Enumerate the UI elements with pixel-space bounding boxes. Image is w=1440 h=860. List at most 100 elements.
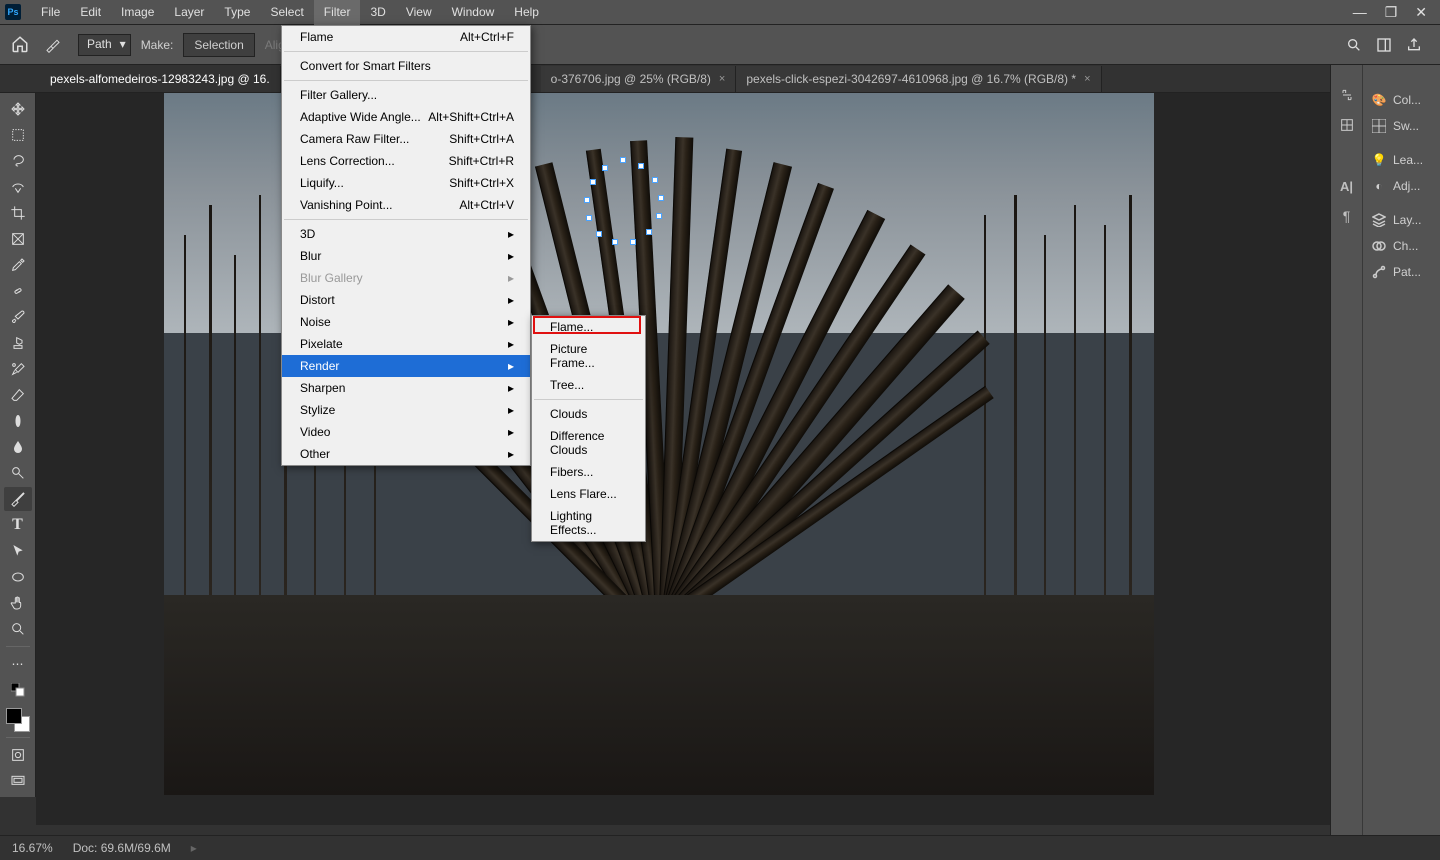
filter-sharpen[interactable]: Sharpen▸ (282, 377, 530, 399)
blur-tool[interactable] (4, 435, 32, 459)
filter-vanishing-point[interactable]: Vanishing Point...Alt+Ctrl+V (282, 194, 530, 216)
paragraph-panel-icon[interactable]: ¶ (1343, 208, 1351, 224)
render-lens-flare[interactable]: Lens Flare... (532, 483, 645, 505)
filter-blur-gallery: Blur Gallery▸ (282, 267, 530, 289)
filter-pixelate[interactable]: Pixelate▸ (282, 333, 530, 355)
filter-other[interactable]: Other▸ (282, 443, 530, 465)
filter-lens-correction[interactable]: Lens Correction...Shift+Ctrl+R (282, 150, 530, 172)
panel-learn[interactable]: 💡Lea... (1363, 147, 1440, 173)
panel-channels[interactable]: Ch... (1363, 233, 1440, 259)
panel-paths[interactable]: Pat... (1363, 259, 1440, 285)
close-icon[interactable]: ✕ (1415, 4, 1427, 21)
menu-layer[interactable]: Layer (164, 0, 214, 25)
render-clouds[interactable]: Clouds (532, 403, 645, 425)
render-tree[interactable]: Tree... (532, 374, 645, 396)
menu-edit[interactable]: Edit (70, 0, 111, 25)
marquee-tool[interactable] (4, 123, 32, 147)
menu-3d[interactable]: 3D (360, 0, 395, 25)
filter-stylize[interactable]: Stylize▸ (282, 399, 530, 421)
filter-liquify[interactable]: Liquify...Shift+Ctrl+X (282, 172, 530, 194)
filter-adaptive-wide-angle[interactable]: Adaptive Wide Angle...Alt+Shift+Ctrl+A (282, 106, 530, 128)
quick-mask-icon[interactable] (4, 743, 32, 767)
zoom-level[interactable]: 16.67% (12, 841, 53, 855)
canvas-area[interactable] (36, 93, 1330, 825)
brush-tool[interactable] (4, 305, 32, 329)
filter-gallery[interactable]: Filter Gallery... (282, 84, 530, 106)
minimize-icon[interactable]: — (1353, 4, 1367, 21)
toolbox: T ⋯ (0, 93, 36, 797)
screen-mode-icon[interactable] (4, 769, 32, 793)
hand-tool[interactable] (4, 591, 32, 615)
filter-video[interactable]: Video▸ (282, 421, 530, 443)
tab-label: pexels-alfomedeiros-12983243.jpg @ 16. (50, 72, 270, 86)
tab-doc-2[interactable]: o-376706.jpg @ 25% (RGB/8)× (541, 66, 737, 92)
paths-panel-icon (1371, 265, 1387, 279)
menu-window[interactable]: Window (442, 0, 505, 25)
character-panel-icon[interactable]: A| (1340, 179, 1353, 194)
render-difference-clouds[interactable]: Difference Clouds (532, 425, 645, 461)
zoom-tool[interactable] (4, 617, 32, 641)
healing-tool[interactable] (4, 279, 32, 303)
properties-icon[interactable] (1339, 87, 1355, 103)
edit-toolbar-icon[interactable]: ⋯ (4, 652, 32, 676)
menu-file[interactable]: File (31, 0, 70, 25)
panel-label: Ch... (1393, 239, 1418, 253)
pen-tool-indicator (42, 36, 68, 54)
frame-tool[interactable] (4, 227, 32, 251)
search-icon[interactable] (1346, 37, 1362, 53)
shape-tool[interactable] (4, 565, 32, 589)
panel-adjustments[interactable]: ◐Adj... (1363, 173, 1440, 199)
doc-size[interactable]: Doc: 69.6M/69.6M (73, 841, 171, 855)
history-brush-tool[interactable] (4, 357, 32, 381)
learn-panel-icon: 💡 (1371, 153, 1387, 167)
workspace-icon[interactable] (1376, 37, 1392, 53)
crop-tool[interactable] (4, 201, 32, 225)
quick-select-tool[interactable] (4, 175, 32, 199)
foreground-background-swatches[interactable] (6, 708, 30, 732)
type-tool[interactable]: T (4, 513, 32, 537)
menu-type[interactable]: Type (214, 0, 260, 25)
render-lighting-effects[interactable]: Lighting Effects... (532, 505, 645, 541)
filter-3d[interactable]: 3D▸ (282, 223, 530, 245)
eraser-tool[interactable] (4, 383, 32, 407)
panel-color[interactable]: 🎨Col... (1363, 87, 1440, 113)
statusbar-arrow-icon[interactable]: ▸ (191, 841, 197, 855)
panel-layers[interactable]: Lay... (1363, 207, 1440, 233)
render-fibers[interactable]: Fibers... (532, 461, 645, 483)
home-icon[interactable] (10, 35, 32, 55)
filter-camera-raw[interactable]: Camera Raw Filter...Shift+Ctrl+A (282, 128, 530, 150)
share-icon[interactable] (1406, 37, 1422, 53)
path-select-tool[interactable] (4, 539, 32, 563)
tab-doc-1[interactable]: pexels-alfomedeiros-12983243.jpg @ 16. (40, 66, 281, 92)
menu-select[interactable]: Select (260, 0, 313, 25)
lasso-tool[interactable] (4, 149, 32, 173)
restore-icon[interactable]: ❐ (1385, 4, 1398, 21)
default-colors-icon[interactable] (4, 678, 32, 702)
render-picture-frame[interactable]: Picture Frame... (532, 338, 645, 374)
tab-doc-3[interactable]: pexels-click-espezi-3042697-4610968.jpg … (736, 66, 1101, 92)
filter-noise[interactable]: Noise▸ (282, 311, 530, 333)
tab-close-icon[interactable]: × (719, 73, 725, 85)
menu-help[interactable]: Help (504, 0, 549, 25)
options-bar: Path Make: Selection Align Edges (0, 25, 1440, 65)
eyedropper-tool[interactable] (4, 253, 32, 277)
render-flame[interactable]: Flame... (532, 316, 645, 338)
gradient-tool[interactable] (4, 409, 32, 433)
menu-view[interactable]: View (396, 0, 442, 25)
tab-close-icon[interactable]: × (1084, 73, 1090, 85)
panel-swatches[interactable]: Sw... (1363, 113, 1440, 139)
path-mode-select[interactable]: Path (78, 34, 131, 56)
grid-icon[interactable] (1339, 117, 1355, 133)
pen-tool[interactable] (4, 487, 32, 511)
filter-convert-smart[interactable]: Convert for Smart Filters (282, 55, 530, 77)
dodge-tool[interactable] (4, 461, 32, 485)
filter-render[interactable]: Render▸ (282, 355, 530, 377)
menu-filter[interactable]: Filter (314, 0, 361, 25)
filter-last[interactable]: FlameAlt+Ctrl+F (282, 26, 530, 48)
filter-distort[interactable]: Distort▸ (282, 289, 530, 311)
menu-image[interactable]: Image (111, 0, 164, 25)
make-selection-button[interactable]: Selection (183, 33, 254, 57)
clone-tool[interactable] (4, 331, 32, 355)
filter-blur[interactable]: Blur▸ (282, 245, 530, 267)
move-tool[interactable] (4, 97, 32, 121)
